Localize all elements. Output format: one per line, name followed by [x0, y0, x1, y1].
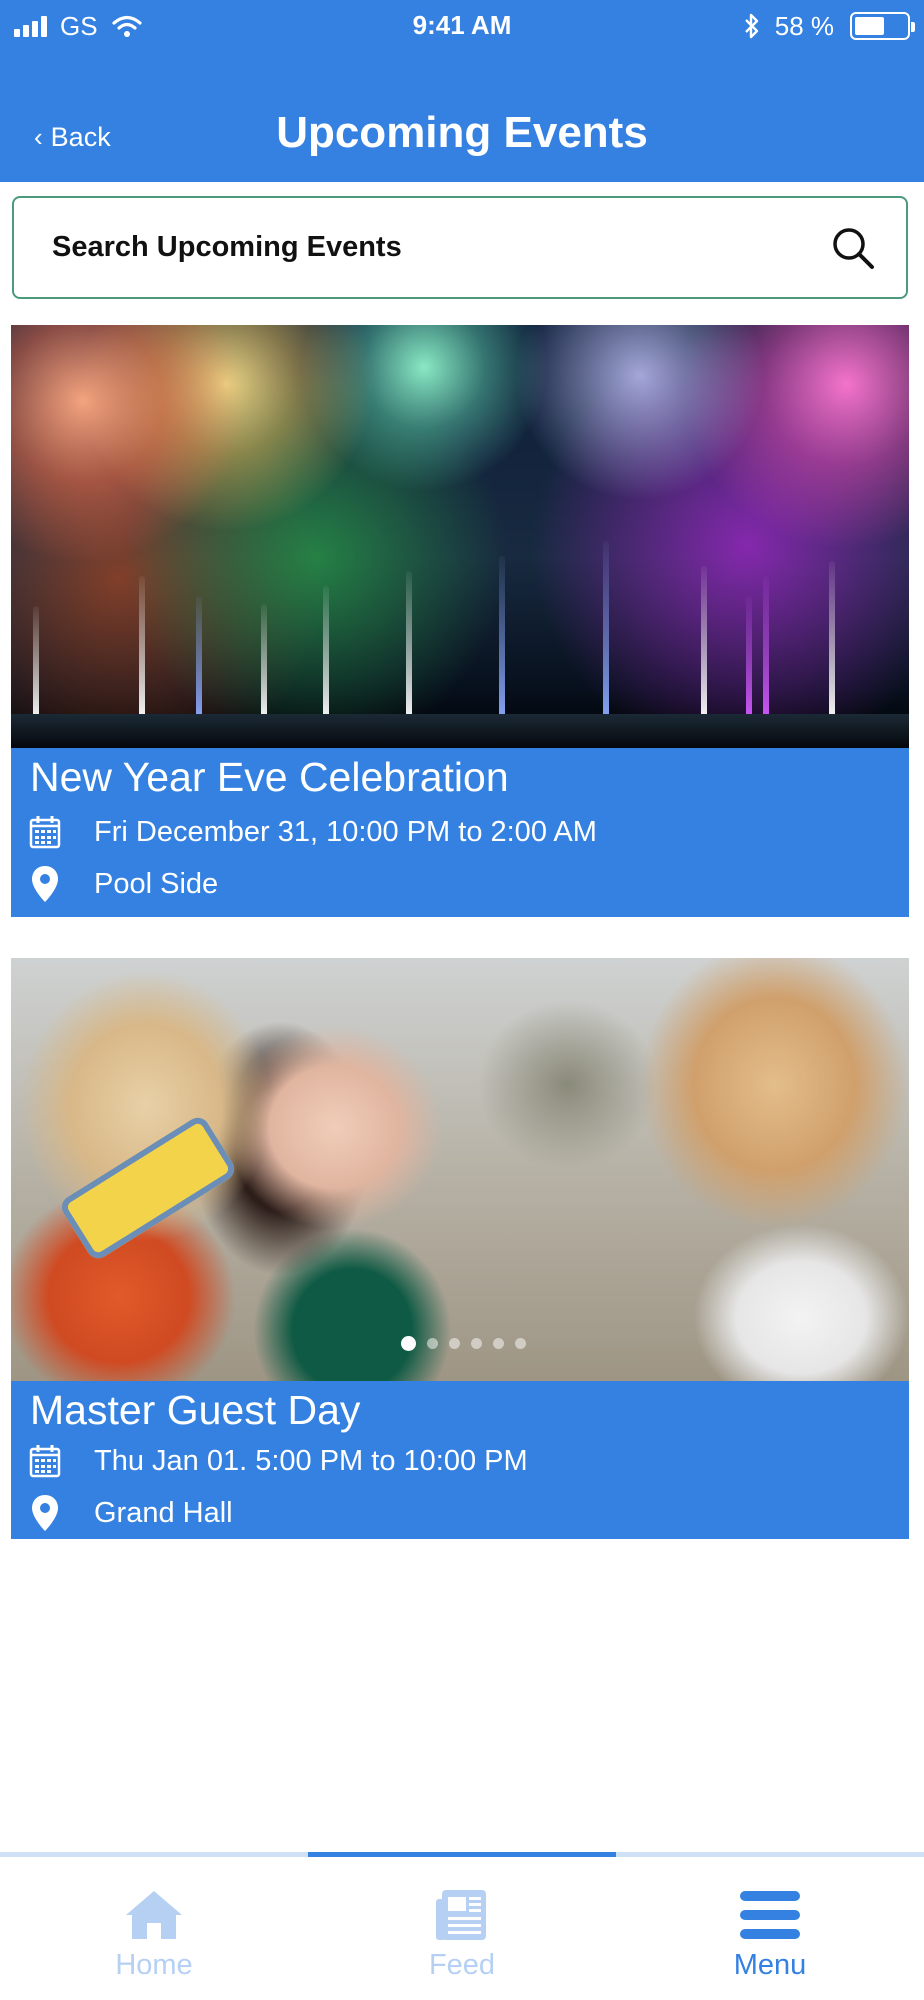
navigation-bar: ‹ Back Upcoming Events [0, 52, 924, 182]
battery-percentage: 58 % [774, 10, 834, 41]
carousel-dot[interactable] [493, 1338, 504, 1349]
event-title: New Year Eve Celebration [30, 754, 509, 800]
feed-icon [436, 1890, 486, 1940]
carousel-pager[interactable] [401, 1336, 537, 1351]
event-date-row: Thu Jan 01. 5:00 PM to 10:00 PM [27, 1443, 528, 1479]
carousel-dot[interactable] [515, 1338, 526, 1349]
event-info-panel: Master Guest Day Thu Jan 01. 5:00 PM to … [11, 1381, 909, 1539]
tab-home[interactable]: Home [0, 1857, 308, 2000]
page-title: Upcoming Events [276, 108, 648, 157]
carousel-dot[interactable] [401, 1336, 416, 1351]
calendar-icon [27, 814, 63, 850]
party-guests-photo [11, 958, 909, 1381]
event-date: Fri December 31, 10:00 PM to 2:00 AM [94, 815, 597, 848]
tab-label: Menu [733, 1949, 807, 1981]
event-location: Grand Hall [94, 1496, 233, 1529]
calendar-icon [27, 1443, 63, 1479]
battery-icon [850, 12, 915, 40]
location-pin-icon [27, 866, 63, 902]
event-info-panel: New Year Eve Celebration Fri December 31… [11, 748, 909, 917]
search-box [12, 196, 908, 299]
event-date-row: Fri December 31, 10:00 PM to 2:00 AM [27, 814, 597, 850]
search-input[interactable] [52, 198, 812, 297]
event-location-row: Grand Hall [27, 1495, 233, 1531]
tab-menu[interactable]: Menu [616, 1857, 924, 2000]
phone-in-hand [57, 1113, 239, 1263]
tab-bar: Home Feed Menu [0, 1852, 924, 2000]
tab-feed[interactable]: Feed [308, 1857, 616, 2000]
app-screen: GS 9:41 AM 58 % ‹ Back Upcoming Events S… [0, 0, 924, 2000]
event-title: Master Guest Day [30, 1387, 361, 1433]
event-date: Thu Jan 01. 5:00 PM to 10:00 PM [94, 1444, 528, 1477]
event-location: Pool Side [94, 867, 219, 900]
status-right: 58 % [743, 10, 915, 42]
tab-label: Home [115, 1949, 193, 1981]
location-pin-icon [27, 1495, 63, 1531]
bluetooth-icon [744, 13, 758, 39]
event-card[interactable]: New Year Eve Celebration Fri December 31… [11, 325, 909, 917]
home-icon [126, 1891, 182, 1939]
menu-icon [740, 1891, 800, 1939]
carousel-dot[interactable] [449, 1338, 460, 1349]
status-bar: GS 9:41 AM 58 % [0, 0, 924, 52]
carousel-dot[interactable] [427, 1338, 438, 1349]
battery-level-fill [855, 17, 884, 35]
fireworks-photo [11, 325, 909, 748]
carousel-dot[interactable] [471, 1338, 482, 1349]
event-location-row: Pool Side [27, 866, 218, 902]
search-icon[interactable] [830, 225, 876, 271]
event-card[interactable]: Master Guest Day Thu Jan 01. 5:00 PM to … [11, 958, 909, 1539]
tab-label: Feed [428, 1949, 496, 1981]
